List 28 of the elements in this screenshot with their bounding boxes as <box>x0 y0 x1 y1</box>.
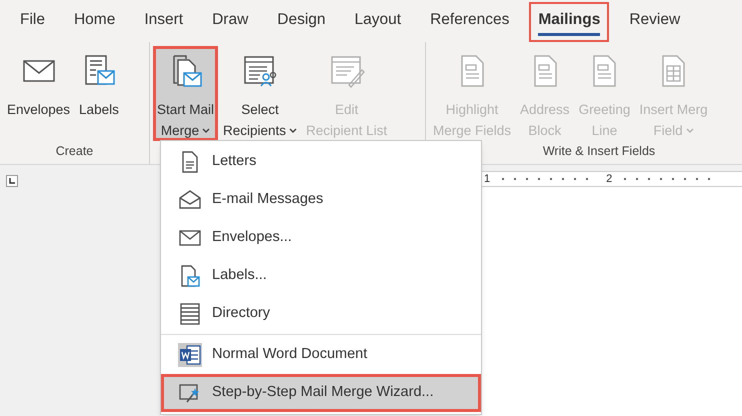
ribbon-tab[interactable]: File <box>11 2 54 42</box>
ruler-number: 2 <box>606 172 612 187</box>
group-label: Write & Insert Fields <box>542 143 656 160</box>
ribbon-button[interactable]: Envelopes <box>3 46 74 141</box>
ribbon-tab[interactable]: Design <box>268 2 335 42</box>
menu-item[interactable]: Normal Word Document <box>161 336 481 374</box>
ribbon-tab[interactable]: References <box>421 2 518 42</box>
ribbon-button[interactable]: Labels <box>75 46 123 141</box>
ribbon-tab[interactable]: Mailings <box>529 2 610 42</box>
word-document-icon <box>178 343 202 367</box>
menu-item[interactable]: Directory <box>161 295 481 333</box>
menu-item[interactable]: Step-by-Step Mail Merge Wizard... <box>161 374 481 412</box>
list-icon <box>178 302 202 326</box>
menu-item[interactable]: Labels... <box>161 257 481 295</box>
ribbon-tab[interactable]: Draw <box>203 2 258 42</box>
menu-item[interactable]: Letters <box>161 143 481 181</box>
ribbon-button[interactable]: Select Recipients <box>219 46 302 141</box>
ribbon-button[interactable]: Start Mail Merge <box>153 46 218 141</box>
ribbon-tab[interactable]: Home <box>64 2 124 42</box>
ruler-number: 1 <box>484 172 490 187</box>
tab-stop-selector[interactable] <box>6 175 18 187</box>
menu-item[interactable]: E-mail Messages <box>161 181 481 219</box>
corner-icon <box>9 178 15 184</box>
ribbon-tab[interactable]: Review <box>620 2 690 42</box>
ribbon-tab[interactable]: Layout <box>346 2 410 42</box>
ribbon-tab[interactable]: Insert <box>135 2 192 42</box>
menu-item[interactable]: Envelopes... <box>161 219 481 257</box>
group-label: Create <box>56 143 94 160</box>
